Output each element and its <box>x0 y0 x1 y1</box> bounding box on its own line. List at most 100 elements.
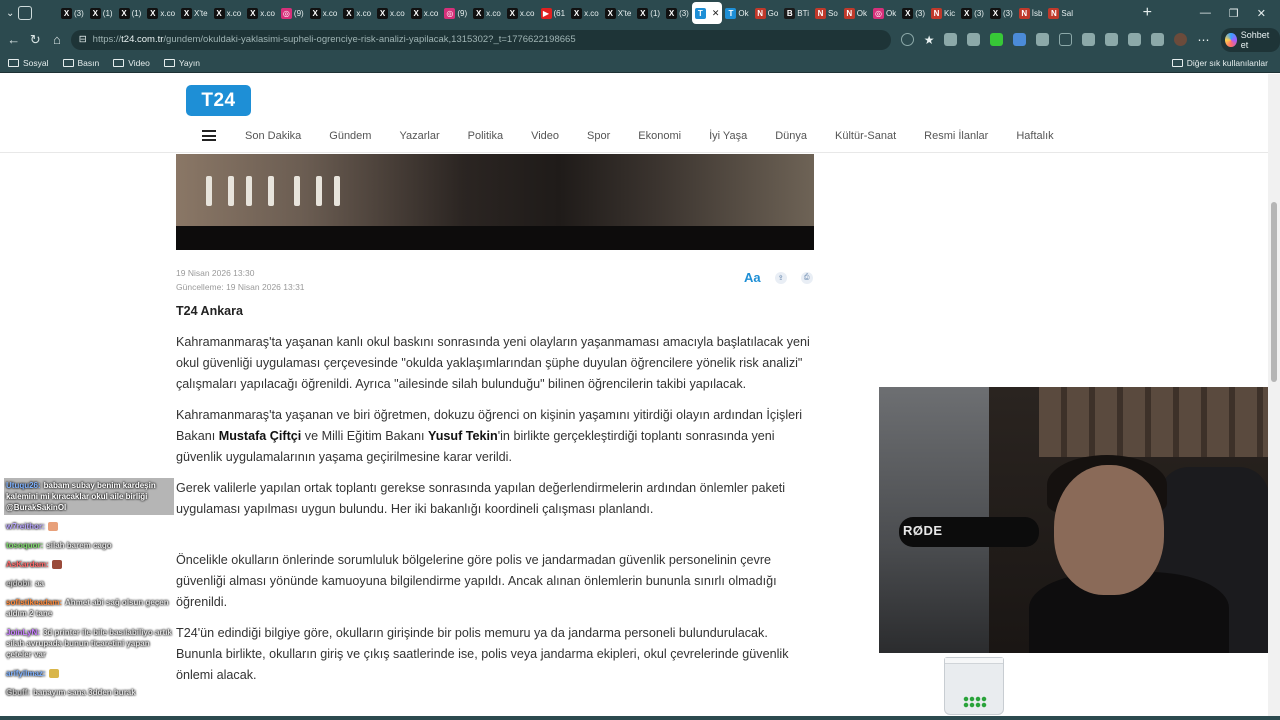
browser-tab[interactable]: N Kic <box>928 2 958 24</box>
browser-tab[interactable]: X (1) <box>87 2 116 24</box>
t24-icon: T <box>725 7 737 19</box>
browser-tab[interactable]: N Go <box>752 2 782 24</box>
extension-icon[interactable] <box>1013 33 1027 46</box>
site-info-icon[interactable]: ⊟ <box>79 34 87 45</box>
profile-avatar[interactable] <box>1174 33 1188 46</box>
extensions-icon[interactable] <box>1082 33 1096 46</box>
tab-list-chevron-icon[interactable]: ⌄ <box>6 8 14 19</box>
browser-tab[interactable]: T ✕ <box>691 2 723 24</box>
nav-item[interactable]: Ekonomi <box>638 130 681 142</box>
chat-username[interactable]: AsKardam: <box>6 560 49 569</box>
bookmark-folder-video[interactable]: Video <box>113 58 150 68</box>
settings-more-icon[interactable]: ⋯ <box>1197 33 1209 47</box>
favorites-icon[interactable] <box>1105 33 1119 46</box>
share-icon[interactable]: ⇪ <box>774 271 787 284</box>
nav-item[interactable]: Spor <box>587 130 610 142</box>
extension-icon[interactable] <box>990 33 1004 46</box>
copilot-chat-button[interactable]: Sohbet et <box>1221 27 1280 52</box>
nav-item[interactable]: Politika <box>468 130 503 142</box>
other-bookmarks[interactable]: Diğer sık kullanılanlar <box>1171 58 1268 68</box>
nav-item[interactable]: Dünya <box>775 130 807 142</box>
browser-tab[interactable]: Xx.co <box>340 2 374 24</box>
browser-tab[interactable]: Xx.co <box>307 2 341 24</box>
chat-username[interactable]: Utuqu26: <box>6 481 41 490</box>
back-icon[interactable]: ← <box>6 30 22 50</box>
browser-tab[interactable]: ◎ (9) <box>441 2 470 24</box>
chat-username[interactable]: Gbuff: <box>6 688 30 697</box>
nav-item[interactable]: Resmi İlanlar <box>924 130 988 142</box>
nav-item[interactable]: Yazarlar <box>399 130 439 142</box>
bookmark-folder-yayin[interactable]: Yayın <box>163 58 200 68</box>
chat-username[interactable]: arifyilmaz: <box>6 669 46 678</box>
folder-icon <box>163 58 175 67</box>
browser-tab[interactable]: X (1) <box>116 2 145 24</box>
read-aloud-icon[interactable] <box>900 33 914 46</box>
browser-tab[interactable]: X (3) <box>899 2 928 24</box>
chat-username[interactable]: w7reithor: <box>6 522 45 531</box>
x-icon: X <box>637 7 649 19</box>
extension-icon[interactable] <box>944 33 958 46</box>
extension-icon[interactable] <box>967 33 981 46</box>
nav-item[interactable]: Gündem <box>329 130 371 142</box>
nav-item[interactable]: Kültür-Sanat <box>835 130 896 142</box>
nav-item[interactable]: İyi Yaşa <box>709 130 747 142</box>
browser-tab[interactable]: X (1) <box>634 2 663 24</box>
browser-tab[interactable]: Xx.co <box>470 2 504 24</box>
performance-icon[interactable] <box>1128 33 1142 46</box>
browser-tab[interactable]: X (3) <box>663 2 692 24</box>
browser-tab[interactable]: Xx.co <box>144 2 178 24</box>
nav-item[interactable]: Haftalık <box>1016 130 1053 142</box>
workspaces-icon[interactable] <box>18 6 33 20</box>
browser-tab[interactable]: X (3) <box>987 2 1016 24</box>
chat-username[interactable]: ejdobi: <box>6 579 32 588</box>
new-tab-button[interactable]: + <box>1135 4 1160 22</box>
browser-tab[interactable]: Xx.co <box>408 2 442 24</box>
browser-tab[interactable]: T Ok <box>722 2 751 24</box>
print-icon[interactable]: ⎙ <box>800 271 813 284</box>
t24-logo[interactable]: T24 <box>186 85 251 116</box>
bookmark-folder-basin[interactable]: Basın <box>62 58 99 68</box>
chat-username[interactable]: sofistikeadam: <box>6 598 62 607</box>
browser-tab[interactable]: X X'te <box>178 2 211 24</box>
extension-icon[interactable] <box>1036 33 1050 46</box>
font-size-button[interactable]: Aa <box>744 270 761 285</box>
reload-icon[interactable]: ↻ <box>28 30 44 50</box>
home-icon[interactable]: ⌂ <box>49 30 65 50</box>
browser-tab[interactable]: B BTi <box>781 2 812 24</box>
bookmark-folder-sosyal[interactable]: Sosyal <box>8 58 49 68</box>
url-input[interactable]: ⊟ https://t24.com.tr/gundem/okuldaki-yak… <box>70 29 891 50</box>
browser-tab[interactable]: N Sal <box>1045 2 1076 24</box>
browser-tab[interactable]: Xx.co <box>244 2 278 24</box>
browser-tab[interactable]: N So <box>812 2 841 24</box>
browser-tab[interactable]: X (3) <box>58 2 87 24</box>
maximize-icon[interactable]: ❐ <box>1229 7 1239 20</box>
chat-username[interactable]: tosoquor: <box>6 541 43 550</box>
page-scrollbar[interactable] <box>1268 74 1280 720</box>
browser-tab[interactable]: ▶ (61 <box>538 2 569 24</box>
browser-tab[interactable]: N Ok <box>841 2 870 24</box>
browser-tab[interactable]: Xx.co <box>374 2 408 24</box>
split-screen-icon[interactable] <box>1059 33 1073 46</box>
chat-username[interactable]: JoinLyN: <box>6 628 40 637</box>
browser-tab[interactable]: N İsb <box>1016 2 1046 24</box>
screenshot-icon[interactable] <box>1151 33 1165 46</box>
browser-tab[interactable]: Xx.co <box>504 2 538 24</box>
browser-tab[interactable]: ◎ (9) <box>278 2 307 24</box>
browser-tab[interactable]: Xx.co <box>211 2 245 24</box>
browser-tab[interactable]: Xx.co <box>568 2 602 24</box>
nav-item[interactable]: Video <box>531 130 559 142</box>
browser-tab[interactable]: X (3) <box>958 2 987 24</box>
minimize-icon[interactable]: — <box>1200 7 1211 20</box>
person-link[interactable]: Mustafa Çiftçi <box>219 429 302 443</box>
article-dates: 19 Nisan 2026 13:30 Güncelleme: 19 Nisan… <box>176 266 305 294</box>
favorite-star-icon[interactable]: ★ <box>924 33 935 47</box>
hamburger-menu-icon[interactable] <box>202 130 216 141</box>
nav-item[interactable]: Son Dakika <box>245 130 301 142</box>
window-controls: — ❐ ✕ <box>1160 7 1280 20</box>
browser-tab[interactable]: ◎ Ok <box>870 2 899 24</box>
scroll-thumb[interactable] <box>1271 202 1277 382</box>
person-link[interactable]: Yusuf Tekin <box>428 429 498 443</box>
close-window-icon[interactable]: ✕ <box>1257 7 1266 20</box>
browser-tab[interactable]: X X'te <box>602 2 635 24</box>
close-tab-icon[interactable]: ✕ <box>712 8 720 19</box>
